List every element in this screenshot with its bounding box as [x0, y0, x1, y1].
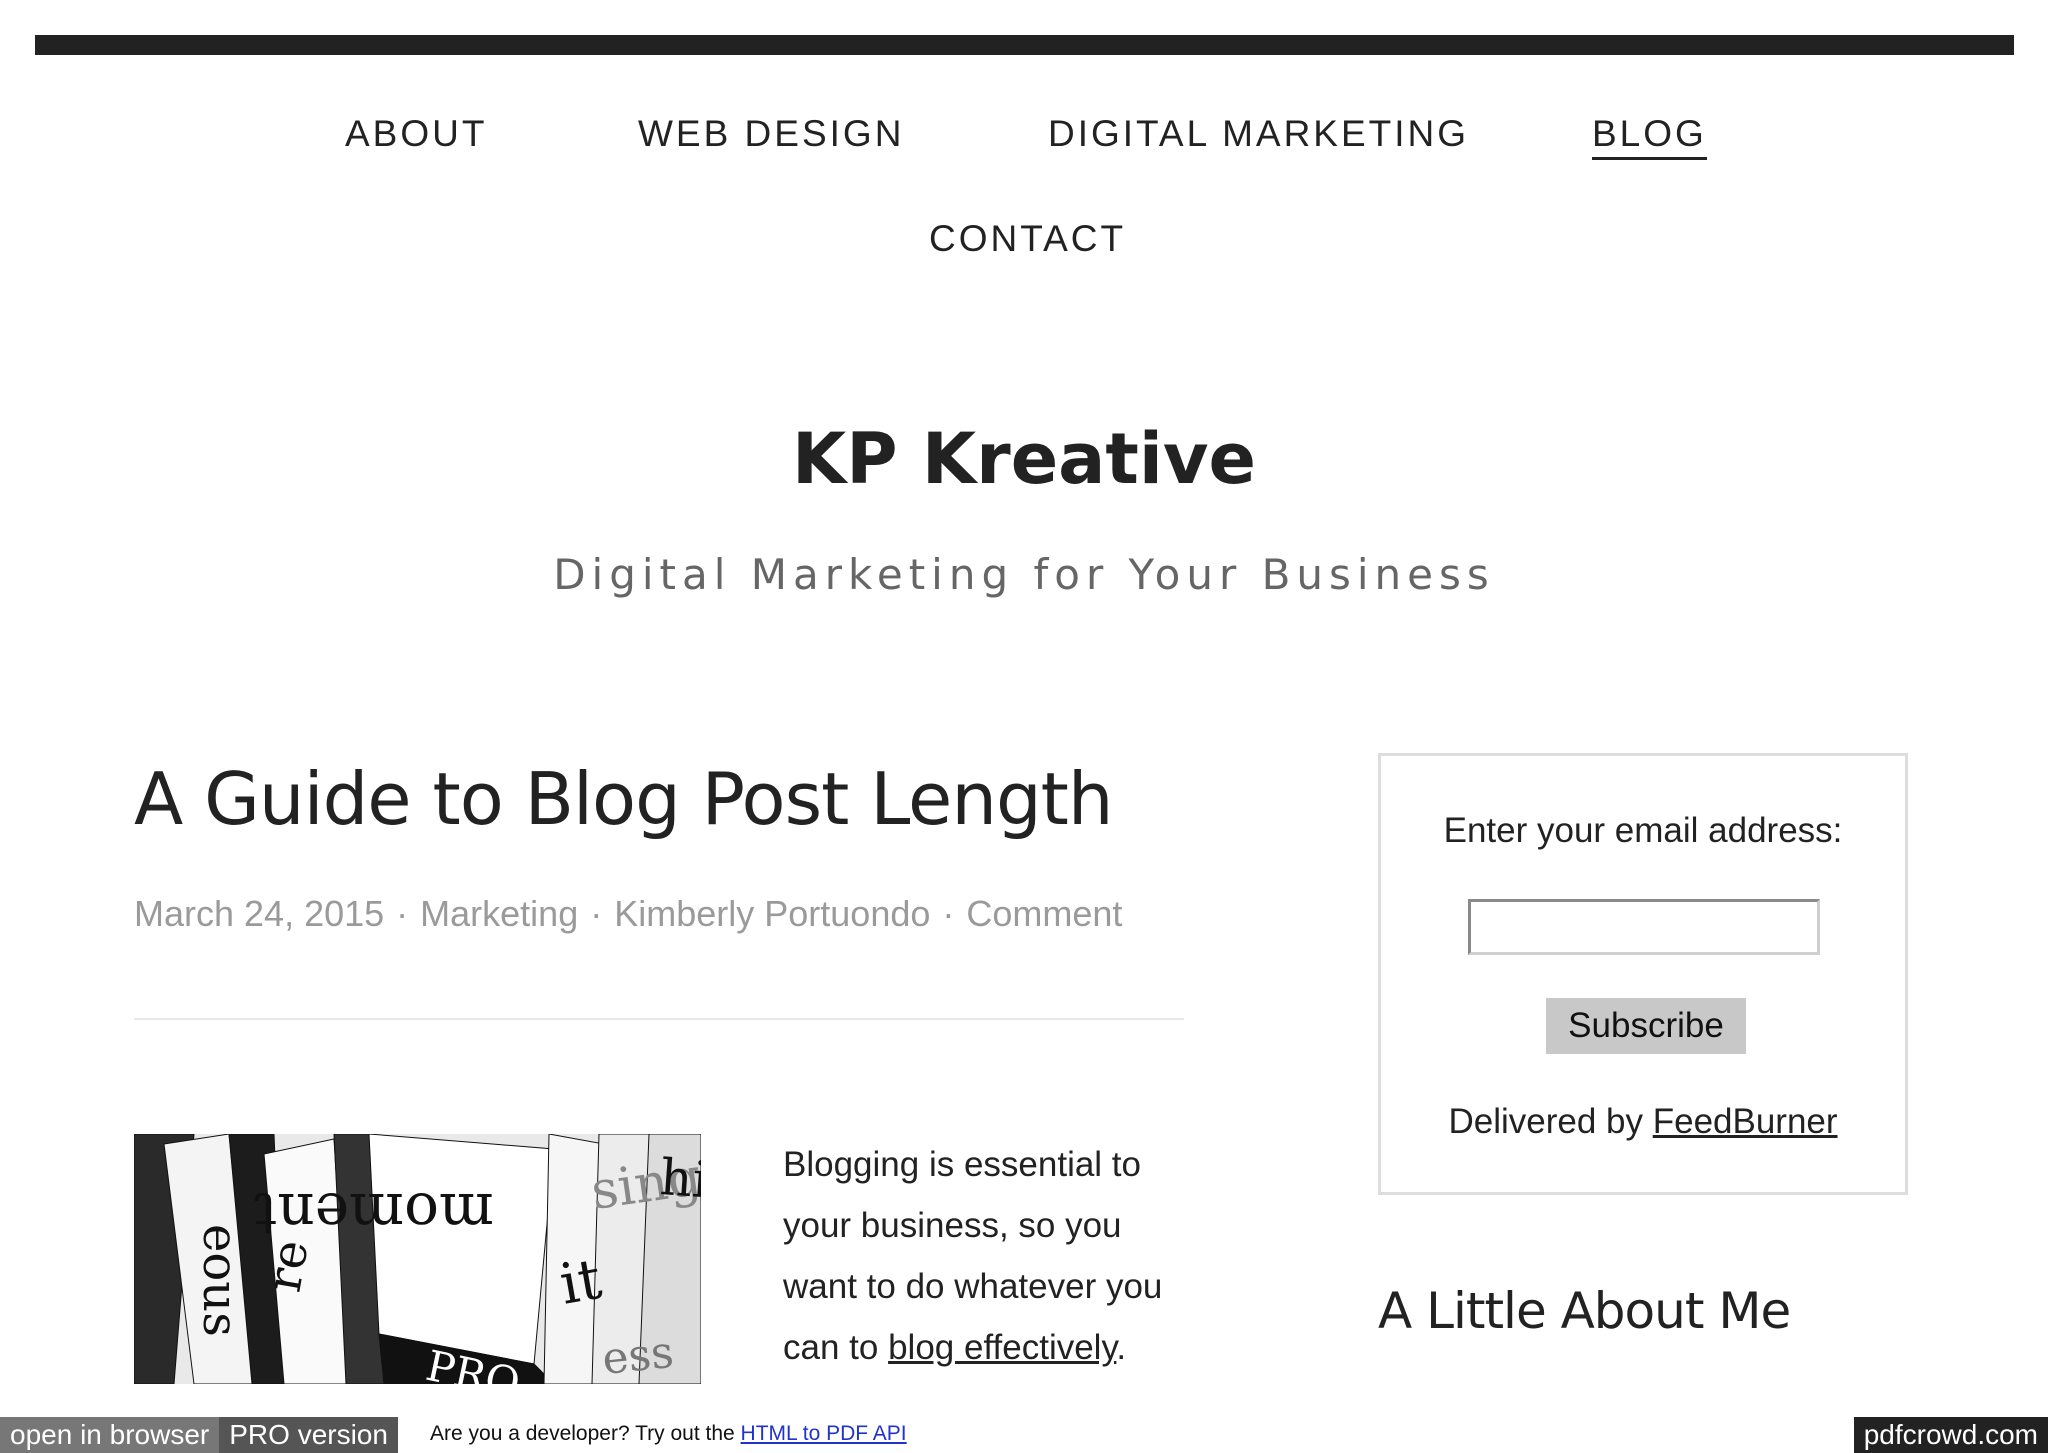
image-word: hi: [658, 1148, 701, 1209]
delivered-by: Delivered by FeedBurner: [1381, 1102, 1905, 1142]
post-divider: [134, 1018, 1184, 1020]
image-word: moment: [254, 1180, 494, 1248]
subscribe-button[interactable]: Subscribe: [1546, 998, 1746, 1054]
meta-separator: ·: [942, 893, 955, 934]
post-excerpt-end: .: [1116, 1328, 1127, 1367]
post-meta: March 24, 2015 · Marketing · Kimberly Portuo…: [134, 893, 1122, 935]
post-category[interactable]: Marketing: [420, 893, 578, 934]
post-excerpt: Blogging is essential to your business, …: [783, 1134, 1183, 1378]
open-in-browser-button[interactable]: open in browser: [0, 1417, 220, 1453]
pdfcrowd-promo: Are you a developer? Try out the HTML to…: [430, 1422, 907, 1446]
html-to-pdf-api-link[interactable]: HTML to PDF API: [741, 1422, 907, 1445]
email-label: Enter your email address:: [1443, 811, 1843, 850]
nav-item-blog[interactable]: BLOG: [1592, 113, 1707, 160]
image-word: eous: [192, 1224, 248, 1337]
post-date[interactable]: March 24, 2015: [134, 893, 384, 934]
post-title[interactable]: A Guide to Blog Post Length: [134, 757, 1114, 841]
site-tagline: Digital Marketing for Your Business: [553, 550, 1495, 599]
about-me-heading: A Little About Me: [1378, 1282, 1791, 1340]
email-input[interactable]: [1468, 899, 1820, 955]
pro-version-button[interactable]: PRO version: [219, 1417, 398, 1453]
pdfcrowd-promo-text: Are you a developer? Try out the: [430, 1422, 741, 1445]
nav-item-web-design[interactable]: WEB DESIGN: [638, 113, 904, 155]
meta-separator: ·: [396, 893, 409, 934]
nav-item-contact[interactable]: CONTACT: [929, 218, 1126, 260]
delivered-by-text: Delivered by: [1448, 1102, 1653, 1141]
blog-effectively-link[interactable]: blog effectively: [888, 1328, 1116, 1367]
top-accent-bar: [35, 35, 2014, 55]
post-comment-link[interactable]: Comment: [966, 893, 1122, 934]
nav-item-about[interactable]: ABOUT: [345, 113, 487, 155]
email-subscribe-widget: Enter your email address: Subscribe Deli…: [1378, 753, 1908, 1195]
pdfcrowd-brand[interactable]: pdfcrowd.com: [1853, 1417, 2048, 1453]
pdfcrowd-toolbar: open in browser PRO version: [0, 1417, 398, 1453]
feedburner-link[interactable]: FeedBurner: [1653, 1102, 1838, 1141]
image-word: ess: [600, 1327, 676, 1384]
post-author[interactable]: Kimberly Portuondo: [614, 893, 930, 934]
post-featured-image: moment sing it ess eous re hi PRO: [134, 1134, 701, 1384]
meta-separator: ·: [590, 893, 603, 934]
image-word: re: [256, 1236, 320, 1296]
nav-item-digital-marketing[interactable]: DIGITAL MARKETING: [1048, 113, 1469, 155]
site-title[interactable]: KP Kreative: [0, 418, 2048, 500]
